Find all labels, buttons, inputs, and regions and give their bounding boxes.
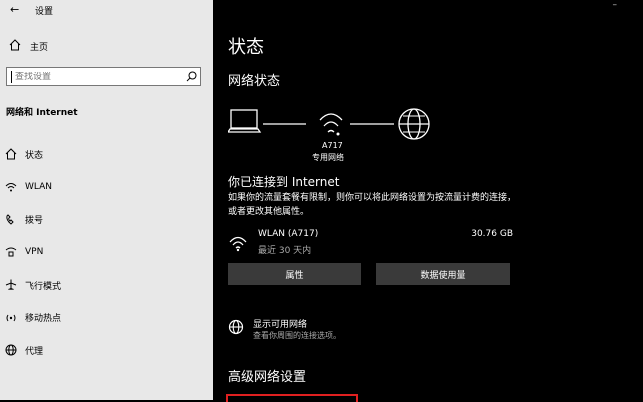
sidebar-item-vpn[interactable]: VPN [0, 236, 213, 269]
page-title: 状态 [228, 37, 264, 58]
sidebar-item-label: 拨号 [25, 216, 44, 227]
network-name: A717 [322, 141, 343, 150]
search-input[interactable] [12, 71, 182, 82]
connected-title: 你已连接到 Internet [228, 175, 340, 189]
globe-icon [398, 108, 430, 140]
sidebar-item-status[interactable]: 状态 [0, 138, 213, 171]
dialup-icon [0, 214, 22, 226]
app-title: 设置 [35, 7, 54, 17]
globe-icon [228, 319, 244, 339]
airplane-icon [0, 279, 22, 291]
back-arrow-icon[interactable]: ← [10, 3, 19, 16]
wifi-icon [319, 113, 343, 136]
show-available-title: 显示可用网络 [253, 320, 308, 330]
wifi-icon [0, 182, 22, 192]
highlight-box [226, 394, 358, 402]
sidebar-item-wlan[interactable]: WLAN [0, 171, 213, 204]
properties-button[interactable]: 属性 [228, 263, 361, 285]
home-label: 主页 [30, 42, 49, 53]
sidebar-item-dialup[interactable]: 拨号 [0, 203, 213, 236]
vpn-icon [0, 247, 22, 257]
network-diagram: A717 专用网络 [228, 106, 438, 166]
hotspot-icon [0, 312, 22, 324]
sidebar-item-label: WLAN [25, 182, 53, 193]
laptop-icon [228, 109, 262, 133]
network-status-title: 网络状态 [228, 74, 281, 89]
sidebar-item-label: VPN [25, 247, 44, 258]
sidebar-item-proxy[interactable]: 代理 [0, 334, 213, 367]
show-available-networks[interactable]: 显示可用网络 查看你周围的连接选项。 [228, 315, 428, 345]
sidebar-item-airplane[interactable]: 飞行模式 [0, 269, 213, 302]
sidebar-item-label: 代理 [25, 346, 44, 357]
search-box[interactable] [6, 67, 201, 86]
data-usage-button[interactable]: 数据使用量 [376, 263, 510, 285]
wlan-time: 最近 30 天内 [258, 246, 312, 256]
show-available-desc: 查看你周围的连接选项。 [253, 331, 341, 340]
connected-description: 如果你的流量套餐有限制，则你可以将此网络设置为按流量计费的连接，或者更改其他属性… [228, 193, 517, 217]
sidebar: ← 设置 主页 网络和 Internet 状态 WLAN [0, 0, 213, 400]
sidebar-item-label: 移动热点 [25, 314, 62, 325]
sidebar-item-hotspot[interactable]: 移动热点 [0, 301, 213, 334]
network-type: 专用网络 [312, 153, 344, 162]
search-icon[interactable] [182, 68, 200, 86]
home-icon [0, 148, 22, 160]
sidebar-item-label: 飞行模式 [25, 281, 62, 292]
wifi-icon [228, 234, 248, 256]
wlan-data-size: 30.76 GB [471, 229, 513, 239]
window-controls[interactable]: – [613, 0, 638, 10]
sidebar-nav: 状态 WLAN 拨号 VPN 飞行模式 移动热点 代理 [0, 138, 213, 367]
sidebar-item-label: 状态 [25, 150, 44, 161]
globe-icon [0, 344, 22, 356]
home-icon [0, 38, 30, 54]
wlan-connection: WLAN (A717) 最近 30 天内 30.76 GB [228, 228, 513, 258]
advanced-settings-title: 高级网络设置 [228, 370, 307, 385]
wlan-name: WLAN (A717) [258, 229, 319, 239]
main-panel: – 状态 网络状态 A717 专用网络 你已连接到 Internet 如果你的流… [213, 0, 643, 402]
home-link[interactable]: 主页 [0, 38, 48, 54]
section-title: 网络和 Internet [6, 108, 78, 118]
